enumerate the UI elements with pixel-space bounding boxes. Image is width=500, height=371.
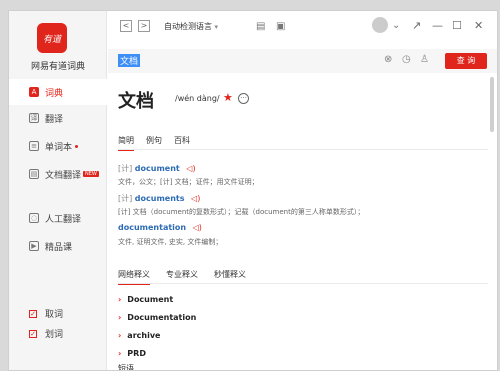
chevron-right-icon: › <box>118 313 122 322</box>
list-item[interactable]: › Documentation <box>118 313 196 322</box>
search-input[interactable]: 文档 <box>118 54 141 67</box>
sidebar: 有道 网易有道词典 A 词典 译 翻译 ≡ 单词本 ▤ 文档翻译 NEW ◌ 人… <box>9 11 107 370</box>
wordbook-icon: ≡ <box>29 141 39 151</box>
more-icon[interactable]: ··· <box>238 93 249 104</box>
minimize-button[interactable]: — <box>432 19 443 32</box>
definition-line: [计] documents ◁) <box>118 193 200 204</box>
chevron-down-icon[interactable]: ⌄ <box>392 20 400 31</box>
back-button[interactable]: < <box>120 20 132 32</box>
domain-tag: [计] <box>118 194 133 203</box>
forward-button[interactable]: > <box>138 20 150 32</box>
gloss-line: [计] 文档（document的复数形式）；记载（document的第三人称单数… <box>118 208 365 216</box>
translate-icon: 译 <box>29 113 39 123</box>
sidebar-item-dictionary[interactable]: A 词典 <box>9 79 107 105</box>
sidebar-item-label: 翻译 <box>45 114 64 125</box>
sidebar-item-label: 精品课 <box>45 242 73 253</box>
list-item-label: archive <box>127 331 161 340</box>
capture-word-checkbox[interactable]: ✓ 取词 <box>29 307 63 320</box>
scrollbar[interactable] <box>490 77 494 132</box>
phrases-heading: 短语 <box>118 364 134 371</box>
sidebar-item-label: 词典 <box>45 88 64 99</box>
avatar[interactable] <box>372 17 388 33</box>
speaker-icon[interactable]: ◁) <box>191 194 200 203</box>
app-window: 有道 网易有道词典 A 词典 译 翻译 ≡ 单词本 ▤ 文档翻译 NEW ◌ 人… <box>8 10 498 371</box>
app-logo: 有道 <box>37 23 67 53</box>
title-bar: < > 自动检测语言 ▾ ▤ ▣ ⌄ ↗ — ☐ ✕ <box>108 11 497 43</box>
star-icon[interactable]: ★ <box>223 91 233 104</box>
translation-link[interactable]: document <box>135 164 180 173</box>
checkbox-label: 取词 <box>45 310 64 320</box>
sidebar-item-label: 单词本 <box>45 142 73 153</box>
language-select[interactable]: 自动检测语言 ▾ <box>164 21 218 32</box>
notification-dot <box>75 144 79 148</box>
app-name: 网易有道词典 <box>30 62 85 72</box>
chevron-right-icon: › <box>118 295 122 304</box>
mini-mode-icon[interactable]: ↗ <box>412 19 421 32</box>
list-item-label: Document <box>127 295 174 304</box>
document-icon: ▤ <box>29 169 39 179</box>
play-icon: ▶ <box>29 241 39 251</box>
sidebar-item-translate[interactable]: 译 翻译 <box>9 105 107 131</box>
definition-line: documentation ◁) <box>118 223 202 232</box>
sidebar-item-courses[interactable]: ▶ 精品课 <box>9 233 107 259</box>
chevron-right-icon: › <box>118 331 122 340</box>
divider <box>118 149 488 150</box>
divider <box>118 283 488 284</box>
language-label: 自动检测语言 <box>164 22 212 31</box>
list-item[interactable]: › archive <box>118 331 160 340</box>
gloss-line: 文件，公文；[计] 文档；证件；用文件证明； <box>118 178 259 186</box>
notes-icon[interactable]: ▤ <box>256 21 265 32</box>
check-icon: ✓ <box>29 329 37 338</box>
gloss-line: 文件, 证明文件, 史实, 文件编制； <box>118 238 223 246</box>
list-item-label: Documentation <box>127 313 197 322</box>
list-item[interactable]: › PRD <box>118 349 146 358</box>
translation-link[interactable]: documents <box>135 194 185 203</box>
screenshot-icon[interactable]: ▣ <box>276 21 285 32</box>
phonetic: /wén dàng/ <box>175 94 220 103</box>
history-icon[interactable]: ◷ <box>402 54 411 65</box>
result-panel: 文档 /wén dàng/ ★ ··· 简明 例句 百科 [计] documen… <box>118 77 488 370</box>
list-item-label: PRD <box>127 349 146 358</box>
headword: 文档 <box>118 91 154 112</box>
check-icon: ✓ <box>29 309 37 318</box>
list-item[interactable]: › Document <box>118 295 173 304</box>
speaker-icon[interactable]: ◁) <box>186 164 195 173</box>
chevron-right-icon: › <box>118 349 122 358</box>
sidebar-item-label: 文档翻译 <box>45 170 82 181</box>
translation-link[interactable]: documentation <box>118 223 186 232</box>
close-button[interactable]: ✕ <box>474 19 483 32</box>
definition-line: [计] document ◁) <box>118 163 196 174</box>
select-word-checkbox[interactable]: ✓ 划词 <box>29 327 63 340</box>
chevron-down-icon: ▾ <box>214 23 219 31</box>
speaker-icon[interactable]: ◁) <box>193 223 202 232</box>
clear-icon[interactable]: ⊗ <box>384 54 392 65</box>
maximize-button[interactable]: ☐ <box>452 19 462 32</box>
headset-icon: ◌ <box>29 213 39 223</box>
sidebar-item-human-translate[interactable]: ◌ 人工翻译 <box>9 205 107 231</box>
share-icon[interactable]: ♙ <box>420 54 429 65</box>
sidebar-item-doc-translate[interactable]: ▤ 文档翻译 NEW <box>9 161 107 187</box>
dictionary-icon: A <box>29 87 39 97</box>
domain-tag: [计] <box>118 164 133 173</box>
search-button[interactable]: 查 询 <box>445 53 487 69</box>
checkbox-label: 划词 <box>45 330 64 340</box>
new-badge: NEW <box>83 171 99 177</box>
sidebar-item-wordbook[interactable]: ≡ 单词本 <box>9 133 107 159</box>
sidebar-item-label: 人工翻译 <box>45 214 82 225</box>
search-bar: 文档 ⊗ ◷ ♙ 查 询 <box>108 49 497 73</box>
